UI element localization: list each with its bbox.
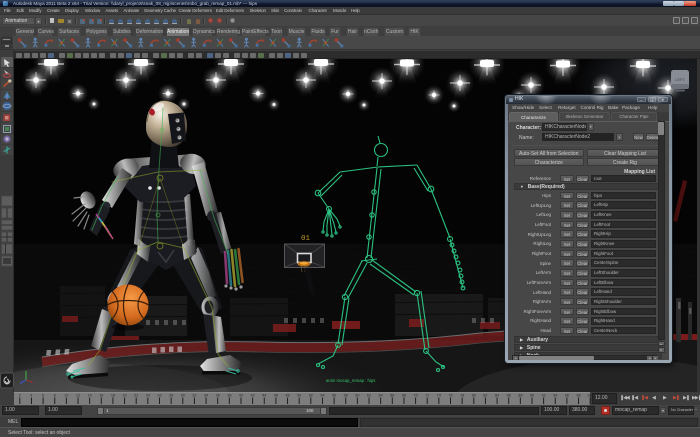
svg-text:28: 28: [169, 394, 173, 398]
svg-text:62: 62: [367, 394, 371, 398]
svg-text:18: 18: [111, 394, 115, 398]
svg-text:66: 66: [390, 394, 394, 398]
svg-text:8: 8: [54, 394, 56, 398]
svg-text:70: 70: [413, 394, 417, 398]
svg-text:36: 36: [216, 394, 220, 398]
svg-text:96: 96: [565, 394, 569, 398]
svg-text:80: 80: [472, 394, 476, 398]
svg-text:anim mocap_remap : hips: anim mocap_remap : hips: [326, 378, 375, 383]
svg-text:54: 54: [320, 394, 324, 398]
svg-text:60: 60: [355, 394, 359, 398]
svg-text:86: 86: [507, 394, 511, 398]
svg-text:26: 26: [157, 394, 161, 398]
svg-text:44: 44: [262, 394, 266, 398]
svg-text:72: 72: [425, 394, 429, 398]
svg-text:68: 68: [402, 394, 406, 398]
svg-text:46: 46: [274, 394, 278, 398]
svg-text:30: 30: [181, 394, 185, 398]
svg-text:92: 92: [542, 394, 546, 398]
svg-text:76: 76: [448, 394, 452, 398]
svg-text:16: 16: [99, 394, 103, 398]
svg-text:01: 01: [301, 235, 311, 243]
svg-text:2: 2: [19, 394, 21, 398]
svg-text:52: 52: [309, 394, 313, 398]
svg-text:14: 14: [88, 394, 92, 398]
svg-text:38: 38: [227, 394, 231, 398]
svg-text:12: 12: [76, 394, 80, 398]
svg-text:10: 10: [64, 394, 68, 398]
svg-text:6: 6: [42, 394, 44, 398]
svg-text:56: 56: [332, 394, 336, 398]
svg-text:84: 84: [495, 394, 499, 398]
svg-text:24: 24: [146, 394, 150, 398]
svg-text:64: 64: [379, 394, 383, 398]
svg-text:90: 90: [530, 394, 534, 398]
svg-text:78: 78: [460, 394, 464, 398]
svg-text:42: 42: [251, 394, 255, 398]
svg-text:LEFT: LEFT: [675, 77, 685, 82]
svg-text:88: 88: [518, 394, 522, 398]
svg-text:82: 82: [483, 394, 487, 398]
svg-text:48: 48: [285, 394, 289, 398]
svg-text:58: 58: [344, 394, 348, 398]
svg-text:94: 94: [553, 394, 557, 398]
svg-text:40: 40: [239, 394, 243, 398]
svg-text:4: 4: [30, 394, 32, 398]
svg-text:20: 20: [122, 394, 126, 398]
svg-text:32: 32: [192, 394, 196, 398]
svg-text:50: 50: [297, 394, 301, 398]
svg-text:22: 22: [134, 394, 138, 398]
svg-text:98: 98: [576, 394, 580, 398]
svg-text:34: 34: [204, 394, 208, 398]
svg-text:74: 74: [437, 394, 441, 398]
